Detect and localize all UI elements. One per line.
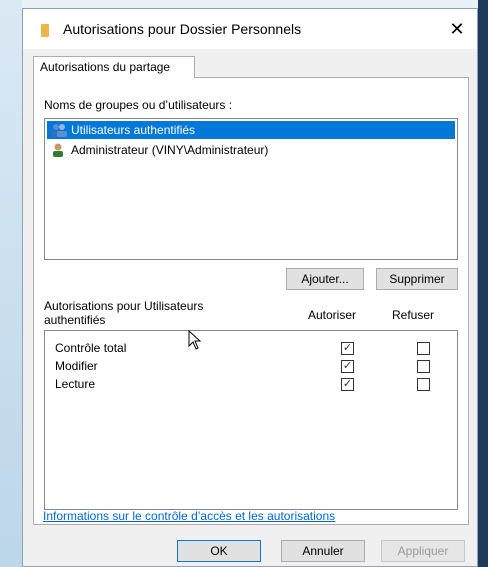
tab-panel: Noms de groupes ou d’utilisateurs : Util… bbox=[33, 77, 469, 525]
list-item-label: Administrateur (VINY\Administrateur) bbox=[71, 143, 269, 157]
users-group-icon bbox=[51, 124, 67, 137]
allow-checkbox[interactable]: ✓ bbox=[341, 378, 354, 391]
permissions-header-line2: authentifiés bbox=[44, 313, 106, 327]
permissions-header-line1: Autorisations pour Utilisateurs bbox=[44, 299, 204, 313]
permissions-dialog: Autorisations pour Dossier Personnels ✕ … bbox=[22, 8, 478, 567]
allow-checkbox[interactable]: ✓ bbox=[341, 360, 354, 373]
permission-row: Contrôle total ✓ bbox=[55, 339, 455, 359]
permission-row: Lecture ✓ bbox=[55, 375, 455, 395]
list-item[interactable]: Administrateur (VINY\Administrateur) bbox=[47, 141, 455, 159]
dialog-title: Autorisations pour Dossier Personnels bbox=[63, 21, 302, 37]
ok-button[interactable]: OK bbox=[177, 540, 261, 562]
groups-list[interactable]: Utilisateurs authentifiés Administrateur… bbox=[44, 118, 458, 260]
deny-checkbox[interactable] bbox=[417, 342, 430, 355]
groups-label: Noms de groupes ou d’utilisateurs : bbox=[44, 98, 233, 112]
add-button[interactable]: Ajouter... bbox=[286, 268, 364, 290]
tab-share-permissions[interactable]: Autorisations du partage bbox=[33, 56, 195, 78]
remove-button[interactable]: Supprimer bbox=[376, 268, 458, 290]
desktop-right-strip bbox=[478, 0, 488, 567]
desktop-left-strip bbox=[0, 0, 22, 567]
access-control-info-link[interactable]: Informations sur le contrôle d’accès et … bbox=[43, 509, 335, 523]
list-item-label: Utilisateurs authentifiés bbox=[71, 123, 196, 137]
allow-column-header: Autoriser bbox=[308, 308, 357, 322]
permission-name: Modifier bbox=[55, 359, 98, 373]
permission-row: Modifier ✓ bbox=[55, 357, 455, 377]
apply-button[interactable]: Appliquer bbox=[381, 540, 465, 562]
permissions-list: Contrôle total ✓ Modifier ✓ Lecture ✓ bbox=[44, 330, 458, 510]
user-icon bbox=[53, 143, 63, 157]
permission-name: Contrôle total bbox=[55, 341, 127, 355]
deny-checkbox[interactable] bbox=[417, 360, 430, 373]
permission-name: Lecture bbox=[55, 377, 96, 391]
title-bar[interactable]: Autorisations pour Dossier Personnels ✕ bbox=[23, 9, 477, 49]
deny-column-header: Refuser bbox=[392, 308, 435, 322]
list-item[interactable]: Utilisateurs authentifiés bbox=[47, 121, 455, 139]
mouse-cursor-icon bbox=[188, 330, 202, 350]
allow-checkbox[interactable]: ✓ bbox=[341, 342, 354, 355]
deny-checkbox[interactable] bbox=[417, 378, 430, 391]
close-button[interactable]: ✕ bbox=[437, 9, 477, 49]
cancel-button[interactable]: Annuler bbox=[281, 540, 365, 562]
folder-icon bbox=[41, 24, 49, 37]
